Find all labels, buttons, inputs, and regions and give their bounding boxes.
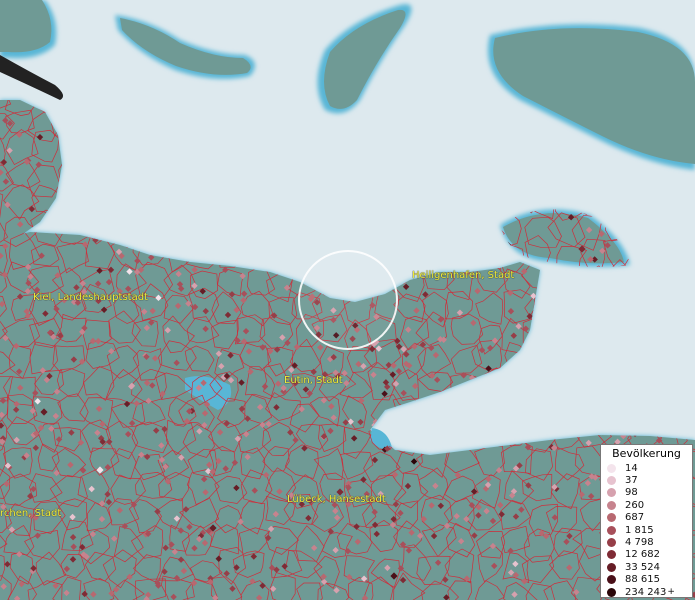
legend-item: 88 615 xyxy=(607,574,675,586)
population-legend: Bevölkerung 14 37 98 260 687 1 815 4 798 12 682… xyxy=(600,444,693,598)
legend-swatch xyxy=(607,562,616,572)
selection-circle[interactable] xyxy=(298,250,398,350)
legend-label-suffix: + xyxy=(667,587,675,598)
legend-item: 33 524 xyxy=(607,561,675,573)
legend-label: 687 xyxy=(625,512,645,524)
legend-label: 260 xyxy=(625,499,645,511)
legend-item: 14 xyxy=(607,462,675,474)
legend-swatch xyxy=(607,575,616,585)
legend-label: 88 615 xyxy=(625,574,660,586)
legend-swatch xyxy=(607,500,616,510)
legend-swatch xyxy=(607,513,616,523)
legend-label: 98 xyxy=(625,487,638,499)
legend-label: 234 243 xyxy=(625,586,667,598)
legend-label: 1 815 xyxy=(625,524,654,536)
legend-item: 37 xyxy=(607,474,675,486)
legend-item: 98 xyxy=(607,487,675,499)
legend-swatch xyxy=(607,525,616,535)
legend-title: Bevölkerung xyxy=(612,447,681,460)
place-label-kiel: Kiel, Landeshauptstadt xyxy=(33,292,148,303)
place-label-eutin: Eutin, Stadt xyxy=(284,375,343,386)
legend-item: 1 815 xyxy=(607,524,675,536)
legend-label: 33 524 xyxy=(625,561,660,573)
legend-item: 687 xyxy=(607,512,675,524)
legend-swatch xyxy=(607,488,616,498)
place-label-luebeck: Lübeck, Hansestadt xyxy=(287,494,386,505)
legend-item: 260 xyxy=(607,499,675,511)
place-label-neumuenster: rchen, Stadt xyxy=(0,508,62,519)
legend-swatch xyxy=(607,463,616,473)
legend-swatch xyxy=(607,476,616,486)
legend-swatch xyxy=(607,538,616,548)
legend-item: 234 243 + xyxy=(607,586,675,598)
legend-item: 4 798 xyxy=(607,536,675,548)
place-label-heiligenhafen: Heiligenhafen, Stadt xyxy=(412,270,515,281)
legend-swatch xyxy=(607,587,616,597)
legend-label: 37 xyxy=(625,475,638,487)
legend-label: 12 682 xyxy=(625,549,660,561)
legend-item: 12 682 xyxy=(607,549,675,561)
legend-label: 4 798 xyxy=(625,537,654,549)
legend-label: 14 xyxy=(625,462,638,474)
legend-swatch xyxy=(607,550,616,560)
